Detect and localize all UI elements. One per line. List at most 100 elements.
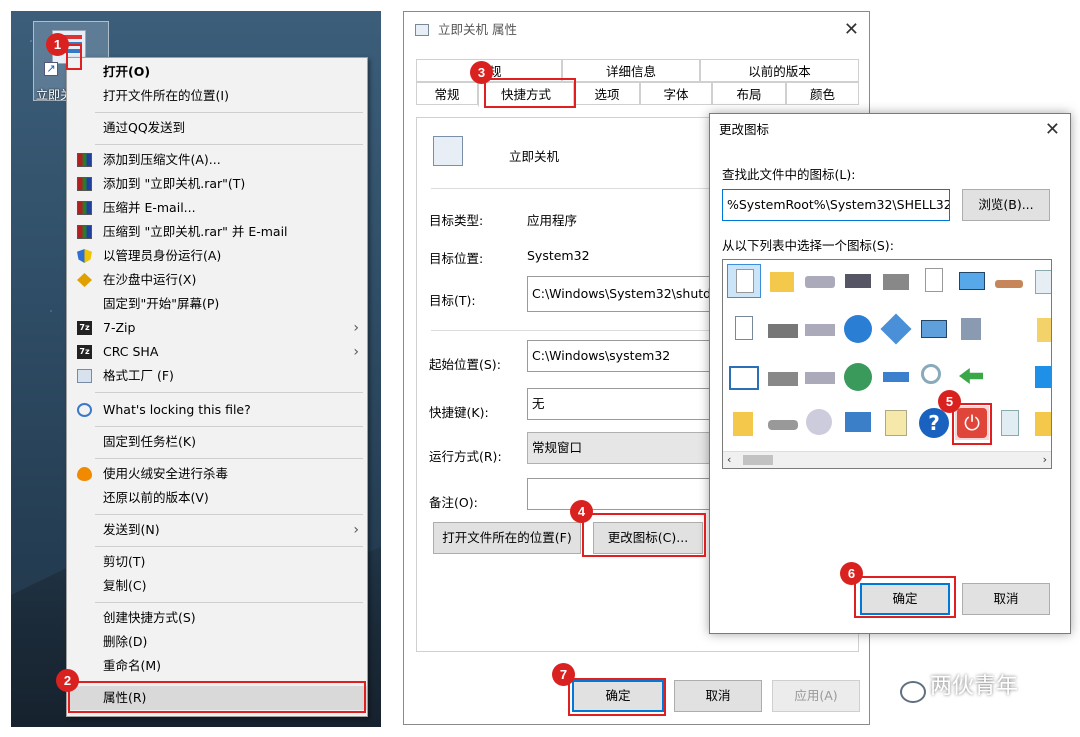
tab-label: 常规 xyxy=(434,87,460,102)
menu-item-format-factory[interactable]: 格式工厂 (F) xyxy=(67,364,367,388)
menu-item-cut[interactable]: 剪切(T) xyxy=(67,550,367,574)
printer-icon[interactable] xyxy=(879,264,913,298)
horizontal-scrollbar[interactable]: ‹ › xyxy=(723,451,1051,468)
cancel-button[interactable]: 取消 xyxy=(674,680,762,712)
tab-layout[interactable]: 布局 xyxy=(712,82,786,105)
menu-item-send-to[interactable]: 发送到(N) › xyxy=(67,518,367,542)
zip-folder-icon[interactable] xyxy=(1029,312,1051,346)
clock-document-icon[interactable] xyxy=(917,264,951,298)
tab-shortcut[interactable]: 快捷方式 xyxy=(478,82,574,107)
browse-button[interactable]: 浏览(B)... xyxy=(962,189,1050,221)
step-badge-6: 6 xyxy=(840,562,863,585)
dialog-cancel-button[interactable]: 取消 xyxy=(962,583,1050,615)
menu-label: 7-Zip xyxy=(103,320,136,335)
computer-icon[interactable] xyxy=(841,406,875,440)
drive-icon[interactable] xyxy=(803,264,837,298)
scrollbar-thumb[interactable] xyxy=(743,455,773,465)
tab-label: 颜色 xyxy=(809,87,835,102)
tab-label: 详细信息 xyxy=(605,64,656,79)
submenu-arrow-icon: › xyxy=(353,320,359,336)
menu-item-rename[interactable]: 重命名(M) xyxy=(67,654,367,678)
menu-item-run-as-admin[interactable]: 以管理员身份运行(A) xyxy=(67,244,367,268)
close-icon[interactable]: ✕ xyxy=(1045,114,1060,146)
tab-options[interactable]: 选项 xyxy=(574,82,640,105)
close-icon[interactable]: ✕ xyxy=(844,12,859,48)
menu-item-open-location[interactable]: 打开文件所在的位置(I) xyxy=(67,84,367,108)
internet-globe-icon[interactable] xyxy=(841,360,875,394)
tab-previous-versions[interactable]: 以前的版本 xyxy=(700,59,859,82)
network-globe-icon[interactable] xyxy=(879,312,913,346)
recycle-bin-icon[interactable] xyxy=(1029,264,1051,298)
cd-drive-icon[interactable] xyxy=(803,406,837,440)
menu-item-compress-email[interactable]: 压缩并 E-mail... xyxy=(67,196,367,220)
menu-item-pin-start[interactable]: 固定到"开始"屏幕(P) xyxy=(67,292,367,316)
icon-file-input[interactable]: %SystemRoot%\System32\SHELL32. xyxy=(722,189,950,221)
apply-button[interactable]: 应用(A) xyxy=(772,680,860,712)
menu-item-compress-rar-email[interactable]: 压缩到 "立即关机.rar" 并 E-mail xyxy=(67,220,367,244)
menu-label: 压缩并 E-mail... xyxy=(103,200,196,215)
menu-item-run-sandbox[interactable]: 在沙盘中运行(X) xyxy=(67,268,367,292)
menu-label: 添加到 "立即关机.rar"(T) xyxy=(103,176,246,191)
menu-item-pin-taskbar[interactable]: 固定到任务栏(K) xyxy=(67,430,367,454)
open-location-button[interactable]: 打开文件所在的位置(F) xyxy=(433,522,581,554)
shortcut-overlay-icon[interactable] xyxy=(955,312,989,346)
menu-item-send-qq[interactable]: 通过QQ发送到 xyxy=(67,116,367,140)
winrar-icon xyxy=(77,201,92,215)
menu-label: 在沙盘中运行(X) xyxy=(103,272,197,287)
menu-item-delete[interactable]: 删除(D) xyxy=(67,630,367,654)
menu-item-crc-sha[interactable]: 7z CRC SHA › xyxy=(67,340,367,364)
scroll-left-icon[interactable]: ‹ xyxy=(727,452,731,468)
tab-colors[interactable]: 颜色 xyxy=(786,82,859,105)
change-icon-dialog: 更改图标 ✕ 查找此文件中的图标(L): %SystemRoot%\System… xyxy=(709,113,1071,634)
menu-item-copy[interactable]: 复制(C) xyxy=(67,574,367,598)
globe-icon[interactable] xyxy=(841,312,875,346)
grid-document-icon[interactable] xyxy=(879,406,913,440)
menu-item-add-archive[interactable]: 添加到压缩文件(A)... xyxy=(67,148,367,172)
dialog-ok-button[interactable]: 确定 xyxy=(860,583,950,615)
winrar-icon xyxy=(77,153,92,167)
window-app-icon xyxy=(415,24,429,36)
tab-font[interactable]: 字体 xyxy=(640,82,712,105)
list-label: 从以下列表中选择一个图标(S): xyxy=(722,238,894,253)
network-icon[interactable] xyxy=(879,360,913,394)
removable-drive-icon[interactable] xyxy=(766,406,800,440)
tab-general[interactable]: 常规 xyxy=(416,82,478,105)
power-icon[interactable]: ⏻ xyxy=(955,406,989,440)
menu-item-restore-versions[interactable]: 还原以前的版本(V) xyxy=(67,486,367,510)
search-icon[interactable] xyxy=(917,360,951,394)
scroll-right-icon[interactable]: › xyxy=(1043,452,1047,468)
control-panel-icon[interactable] xyxy=(917,312,951,346)
empty-recycle-bin-icon[interactable] xyxy=(993,406,1027,440)
green-arrow-icon[interactable] xyxy=(955,360,989,394)
folder-icon[interactable] xyxy=(766,264,800,298)
wechat-icon xyxy=(888,673,926,703)
disconnect-drive-icon[interactable] xyxy=(803,360,837,394)
icon-list[interactable]: ? ⏻ ‹ › xyxy=(722,259,1052,469)
menu-item-add-rar[interactable]: 添加到 "立即关机.rar"(T) xyxy=(67,172,367,196)
tab-label: 字体 xyxy=(663,87,689,102)
text-document-icon[interactable] xyxy=(727,312,761,346)
tab-details[interactable]: 详细信息 xyxy=(562,59,700,82)
menu-item-whats-locking[interactable]: What's locking this file? xyxy=(67,398,367,422)
menu-item-huorong-scan[interactable]: 使用火绒安全进行杀毒 xyxy=(67,462,367,486)
menu-label: 打开(O) xyxy=(103,64,151,79)
menu-separator xyxy=(95,144,363,145)
menu-separator xyxy=(95,112,363,113)
menu-item-7zip[interactable]: 7z 7-Zip › xyxy=(67,316,367,340)
ok-button[interactable]: 确定 xyxy=(572,680,664,712)
network-drive-icon[interactable] xyxy=(803,312,837,346)
display-icon[interactable] xyxy=(955,264,989,298)
blank-document-icon[interactable] xyxy=(727,264,761,298)
yellow-folder-icon[interactable] xyxy=(727,406,761,440)
chip-icon[interactable] xyxy=(841,264,875,298)
blue-tile-icon[interactable] xyxy=(1029,360,1051,394)
tools-folder-icon[interactable] xyxy=(1029,406,1051,440)
window-icon[interactable] xyxy=(727,360,761,394)
share-hand-icon[interactable] xyxy=(993,264,1027,298)
computer-drive-icon[interactable] xyxy=(766,312,800,346)
change-icon-button[interactable]: 更改图标(C)... xyxy=(593,522,703,554)
menu-item-properties[interactable]: 属性(R) xyxy=(67,686,367,710)
menu-item-create-shortcut[interactable]: 创建快捷方式(S) xyxy=(67,606,367,630)
floppy-drive-icon[interactable] xyxy=(766,360,800,394)
menu-item-open[interactable]: 打开(O) xyxy=(67,60,367,84)
